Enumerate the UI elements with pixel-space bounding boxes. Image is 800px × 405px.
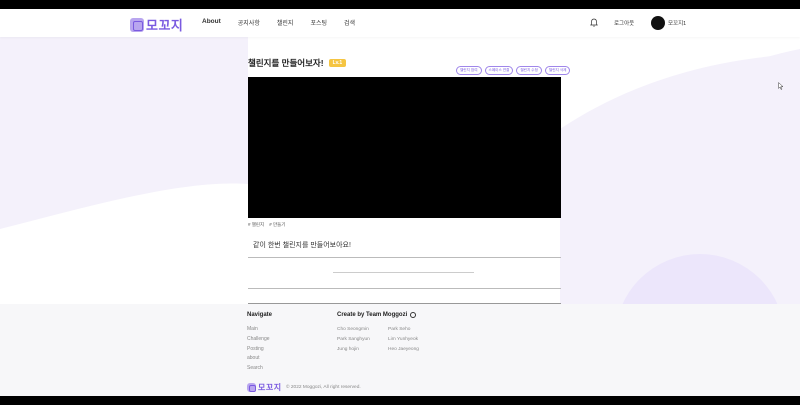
team-member: Lim Yunhyeok: [388, 337, 419, 342]
nav-search[interactable]: 검색: [344, 18, 355, 27]
hashtag[interactable]: # 챌린지: [248, 222, 264, 228]
footer-link-search[interactable]: Search: [247, 365, 263, 371]
nav-about[interactable]: About: [202, 18, 221, 27]
divider: [333, 272, 474, 273]
challenge-video[interactable]: [248, 77, 561, 218]
footer-team-title: Create by Team Moggozi: [337, 312, 417, 318]
top-header: 모꼬지 About 공지사항 챌린지 포스팅 검색 로그아웃 모꼬지1: [0, 9, 800, 37]
logo-icon: [130, 17, 144, 32]
connect-space-button[interactable]: 스페이스 연결: [484, 66, 514, 75]
delete-challenge-button[interactable]: 챌린지 삭제: [544, 66, 571, 75]
edit-challenge-button[interactable]: 챌린지 수정: [516, 66, 542, 75]
avatar[interactable]: [651, 16, 665, 30]
challenge-actions: 챌린지 참여 스페이스 연결 챌린지 수정 챌린지 삭제: [456, 66, 571, 75]
team-member: Cho Seongmin: [337, 327, 369, 332]
level-badge: Lv.1: [328, 59, 347, 67]
divider: [248, 257, 561, 258]
copyright: © 2022 Moggozi, All right reserved.: [286, 385, 361, 390]
logout-link[interactable]: 로그아웃: [614, 19, 634, 27]
footer-link-challenge[interactable]: Challenge: [247, 336, 270, 342]
logo-icon: [247, 383, 256, 392]
challenge-title-row: 챌린지를 만들어보자! Lv.1: [248, 57, 347, 69]
team-member: Heo Jaeyeong: [388, 347, 419, 352]
footer-logo[interactable]: 모꼬지: [247, 382, 282, 393]
hashtag[interactable]: # 만들기: [269, 222, 285, 228]
team-member: Park Sanghyun: [337, 337, 370, 342]
team-title-text: Create by Team Moggozi: [337, 312, 408, 318]
username[interactable]: 모꼬지1: [668, 19, 686, 27]
page: 모꼬지 About 공지사항 챌린지 포스팅 검색 로그아웃 모꼬지1 챌린지를…: [0, 9, 800, 396]
footer-link-main[interactable]: Main: [247, 326, 258, 332]
divider: [248, 288, 561, 289]
footer-link-about[interactable]: about: [247, 355, 260, 361]
challenge-description: 같이 한번 챌린지를 만들어보아요!: [253, 242, 351, 249]
logo-text: 모꼬지: [146, 18, 184, 33]
mouse-cursor-icon: [778, 82, 784, 90]
notification-bell-icon[interactable]: [590, 18, 598, 27]
logo[interactable]: 모꼬지: [130, 15, 183, 34]
hashtags: # 챌린지 # 만들기: [248, 222, 285, 228]
join-challenge-button[interactable]: 챌린지 참여: [456, 66, 482, 75]
challenge-title: 챌린지를 만들어보자!: [248, 58, 324, 68]
footer-navigate-title: Navigate: [247, 312, 273, 318]
footer: Navigate Main Challenge Posting about Se…: [0, 304, 800, 396]
nav-posting[interactable]: 포스팅: [310, 18, 327, 27]
footer-link-posting[interactable]: Posting: [247, 346, 264, 352]
nav-challenge[interactable]: 챌린지: [277, 18, 294, 27]
github-icon[interactable]: [410, 312, 417, 318]
footer-logo-text: 모꼬지: [258, 383, 282, 392]
team-member: Jung hojin: [337, 347, 359, 352]
main-nav: About 공지사항 챌린지 포스팅 검색: [202, 18, 372, 27]
team-member: Park Seho: [388, 327, 411, 332]
nav-notice[interactable]: 공지사항: [238, 18, 260, 27]
